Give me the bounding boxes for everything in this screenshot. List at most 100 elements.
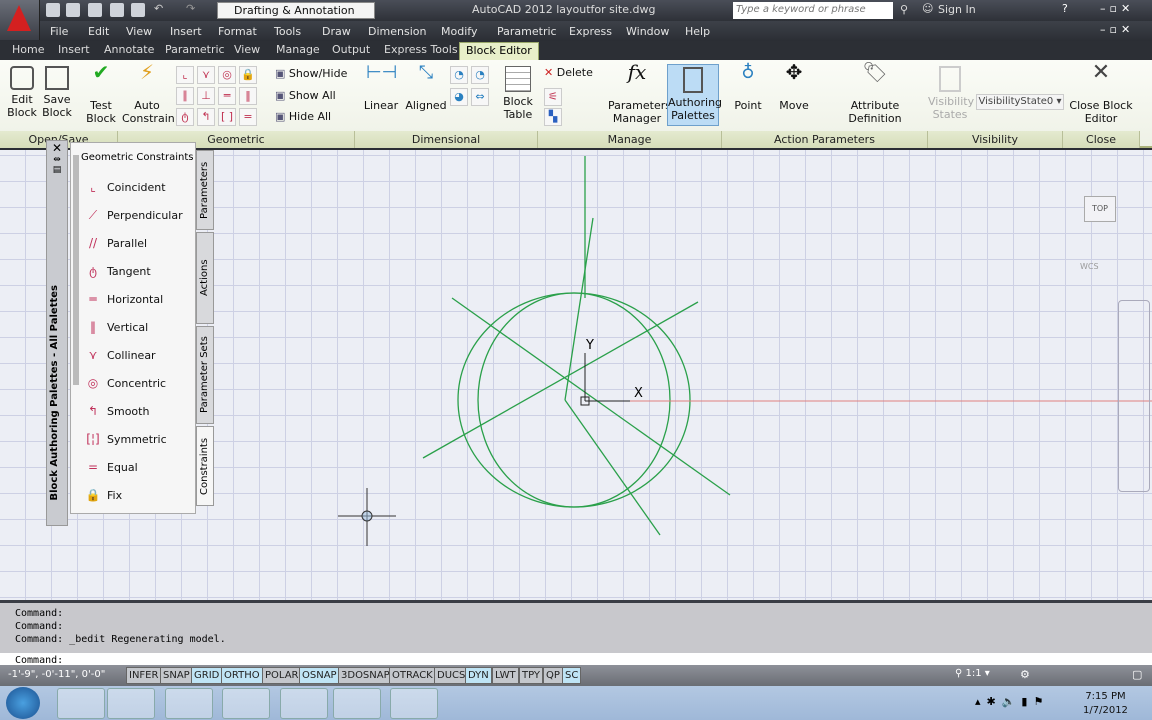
tangent-icon[interactable]: ტ [176,108,194,126]
tab-annotate[interactable]: Annotate [104,43,154,56]
open-icon[interactable] [66,3,80,17]
properties-icon[interactable]: ▤ [47,165,67,175]
winrar-taskbar-icon[interactable] [333,688,381,719]
status-toggle-ducs[interactable]: DUCS [434,667,469,684]
palette-item-tangent[interactable]: ტ Tangent [83,260,151,282]
perpendicular-icon[interactable]: ⊥ [197,87,215,105]
start-button[interactable] [6,687,40,719]
viewcube-top[interactable]: TOP [1084,196,1116,222]
collinear-icon[interactable]: ⋎ [197,66,215,84]
palette-item-concentric[interactable]: ◎ Concentric [83,372,166,394]
palette-title-strip[interactable]: ✕ ⇹ ▤ Block Authoring Palettes - All Pal… [46,140,68,526]
status-toggle-tpy[interactable]: TPY [519,667,544,684]
window-controls[interactable]: –▫✕ [1100,2,1134,15]
menu-express[interactable]: Express [569,25,612,38]
tab-actions[interactable]: Actions [196,232,214,324]
application-menu-button[interactable] [0,0,40,40]
coincident-icon[interactable]: ⌞ [176,66,194,84]
block-properties-icon[interactable]: ▚ [544,108,562,126]
sign-in-link[interactable]: Sign In [938,3,976,16]
navigation-bar[interactable] [1118,300,1150,492]
parameters-manager-button[interactable]: fx Parameters Manager [608,62,671,125]
palette-item-perpendicular[interactable]: ⟋ Perpendicular [83,204,183,226]
authoring-palettes-button[interactable]: Authoring Palettes [667,64,722,126]
move-button[interactable]: ✥ Move [776,62,812,112]
status-toggle-grid[interactable]: GRID [191,667,223,684]
workspace-dropdown[interactable]: Drafting & Annotation [217,2,375,19]
delete-button[interactable]: ✕ Delete [544,66,593,79]
status-toggle-sc[interactable]: SC [562,667,582,684]
tab-block-editor[interactable]: Block Editor [459,42,539,60]
tab-insert[interactable]: Insert [58,43,90,56]
palette-item-smooth[interactable]: ↰ Smooth [83,400,149,422]
menu-tools[interactable]: Tools [274,25,301,38]
help-icon[interactable]: ? [1062,2,1068,15]
palette-item-coincident[interactable]: ⌞ Coincident [83,176,165,198]
new-icon[interactable] [46,3,60,17]
palette-item-collinear[interactable]: ⋎ Collinear [83,344,156,366]
workspace-switching-icon[interactable]: ⚙ [1020,668,1030,681]
fix-icon[interactable]: 🔒 [239,66,257,84]
menu-modify[interactable]: Modify [441,25,477,38]
smooth-icon[interactable]: ↰ [197,108,215,126]
menu-insert[interactable]: Insert [170,25,202,38]
hide-all-button[interactable]: ▣ Hide All [275,110,331,123]
status-toggle-snap[interactable]: SNAP [160,667,193,684]
taskbar-clock[interactable]: 7:15 PM 1/7/2012 [1083,690,1128,718]
status-toggle-osnap[interactable]: OSNAP [299,667,340,684]
edit-block-button[interactable]: Edit Block [4,66,40,119]
equal-icon[interactable]: = [239,108,257,126]
explorer-taskbar-icon[interactable] [57,688,105,719]
status-toggle-dyn[interactable]: DYN [465,667,492,684]
status-toggle-ortho[interactable]: ORTHO [221,667,263,684]
show-hide-button[interactable]: ▣ Show/Hide [275,67,347,80]
binoculars-icon[interactable]: ⚲ [900,3,908,16]
palette-item-horizontal[interactable]: ═ Horizontal [83,288,163,310]
diameter-icon[interactable]: ◕ [450,88,468,106]
menu-window[interactable]: Window [626,25,669,38]
menu-dimension[interactable]: Dimension [368,25,426,38]
palette-item-vertical[interactable]: ‖ Vertical [83,316,148,338]
menu-help[interactable]: Help [685,25,710,38]
redo-icon[interactable]: ↷ [186,2,195,15]
palette-scrollbar[interactable] [73,155,79,385]
close-block-editor-button[interactable]: ✕ Close Block Editor [1066,62,1136,126]
wcs-menu[interactable]: WCS [1080,262,1099,271]
menu-parametric[interactable]: Parametric [497,25,557,38]
document-window-controls[interactable]: –▫✕ [1100,23,1134,36]
menu-draw[interactable]: Draw [322,25,351,38]
menu-file[interactable]: File [50,25,68,38]
status-toggle-lwt[interactable]: LWT [492,667,519,684]
tab-view[interactable]: View [234,43,260,56]
aligned-button[interactable]: ⤡ Aligned [404,64,448,113]
auto-constrain-button[interactable]: ⚡ Auto Constrain [122,62,175,125]
palette-item-symmetric[interactable]: [¦] Symmetric [83,428,166,450]
app-taskbar-icon[interactable] [390,688,438,719]
block-table-button[interactable]: Block Table [500,66,536,121]
show-all-button[interactable]: ▣ Show All [275,89,336,102]
convert-icon[interactable]: ⇔ [471,88,489,106]
save-block-button[interactable]: Save Block [40,66,74,119]
menu-edit[interactable]: Edit [88,25,109,38]
close-icon[interactable]: ✕ [47,141,67,155]
angular-icon[interactable]: ◔ [450,66,468,84]
save-icon[interactable] [88,3,102,17]
tab-parametric[interactable]: Parametric [165,43,225,56]
system-tray-icons[interactable]: ▴✱🔈▮⚑ [975,695,1049,708]
tab-home[interactable]: Home [12,43,44,56]
palette-item-parallel[interactable]: //Parallel [83,232,147,254]
autohide-icon[interactable]: ⇹ [47,155,67,165]
status-toggle-polar[interactable]: POLAR [262,667,302,684]
tab-parameters[interactable]: Parameters [196,150,214,230]
concentric-icon[interactable]: ◎ [218,66,236,84]
tab-constraints[interactable]: Constraints [196,426,214,506]
palette-item-fix[interactable]: 🔒 Fix [83,484,123,506]
tab-output[interactable]: Output [332,43,370,56]
radial-icon[interactable]: ◔ [471,66,489,84]
autocad-taskbar-icon[interactable] [222,688,270,719]
attribute-definition-button[interactable]: 🏷 Attribute Definition [826,62,924,125]
menu-format[interactable]: Format [218,25,257,38]
undo-icon[interactable]: ↶ [154,2,163,15]
media-player-taskbar-icon[interactable] [107,688,155,719]
vlc-taskbar-icon[interactable] [280,688,328,719]
